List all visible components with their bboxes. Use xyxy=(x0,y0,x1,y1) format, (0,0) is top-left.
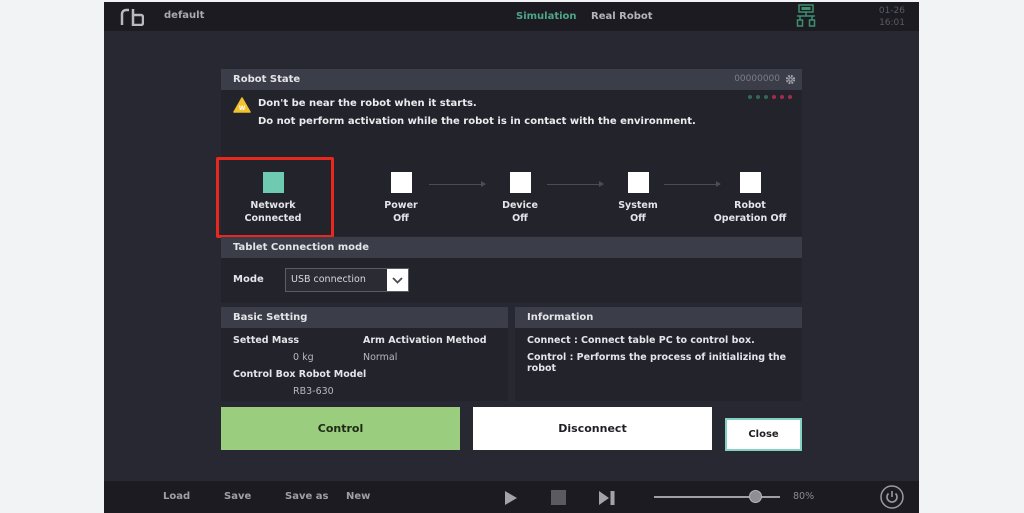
step-label: System Off xyxy=(618,200,658,224)
status-leds xyxy=(748,95,792,99)
arm-activation-label: Arm Activation Method xyxy=(363,335,487,346)
status-led xyxy=(780,95,784,99)
robot-app-screen: default Simulation Real Robot 01-26 16:0… xyxy=(104,2,919,513)
status-led xyxy=(764,95,768,99)
status-led xyxy=(748,95,752,99)
information-connect: Connect : Connect table PC to control bo… xyxy=(527,335,755,346)
stop-icon[interactable] xyxy=(551,490,566,505)
top-bar: default Simulation Real Robot 01-26 16:0… xyxy=(104,2,919,31)
step-robot-operation: Robot Operation Off xyxy=(695,172,805,225)
step-label: Robot Operation Off xyxy=(713,200,787,224)
robot-state-header: Robot State 00000000 xyxy=(221,69,802,90)
information-control: Control : Performs the process of initia… xyxy=(527,352,787,374)
clock-time: 16:01 xyxy=(879,18,905,28)
save-as-button[interactable]: Save as xyxy=(285,491,328,502)
clock: 01-26 16:01 xyxy=(869,5,905,29)
power-icon[interactable] xyxy=(880,485,904,509)
control-box-model-label: Control Box Robot Model xyxy=(233,369,367,380)
save-button[interactable]: Save xyxy=(224,491,251,502)
arm-activation-value: Normal xyxy=(363,352,398,363)
close-button[interactable]: Close xyxy=(725,418,802,451)
clock-date: 01-26 xyxy=(878,6,905,16)
status-led xyxy=(788,95,792,99)
tablet-connection-title: Tablet Connection mode xyxy=(233,242,369,253)
gear-icon[interactable] xyxy=(785,74,796,85)
mode-label: Mode xyxy=(233,274,264,285)
step-indicator xyxy=(739,172,761,193)
step-label: Device Off xyxy=(502,200,538,224)
information-header: Information xyxy=(515,307,802,328)
project-name[interactable]: default xyxy=(164,10,204,21)
step-indicator xyxy=(390,172,412,193)
robot-connection-dialog: Robot State 00000000 W Don't be near the… xyxy=(216,69,805,451)
control-button[interactable]: Control xyxy=(221,407,460,450)
load-button[interactable]: Load xyxy=(163,491,190,502)
step-forward-icon[interactable] xyxy=(598,490,616,506)
speed-value: 80% xyxy=(793,491,815,502)
warning-icon: W xyxy=(233,97,251,113)
usb-network-icon[interactable] xyxy=(794,4,818,30)
status-led xyxy=(772,95,776,99)
step-label: Power Off xyxy=(384,200,418,224)
disconnect-button[interactable]: Disconnect xyxy=(473,407,712,450)
rb-logo-icon xyxy=(120,8,144,26)
step-indicator xyxy=(509,172,531,193)
step-power: Power Off xyxy=(346,172,456,225)
tablet-connection-header: Tablet Connection mode xyxy=(221,237,802,258)
chevron-down-icon[interactable] xyxy=(387,269,408,291)
mode-select[interactable]: USB connection xyxy=(285,268,409,292)
step-indicator xyxy=(627,172,649,193)
basic-setting-body: Setted Mass 0 kg Arm Activation Method N… xyxy=(221,328,508,401)
status-led xyxy=(756,95,760,99)
information-title: Information xyxy=(527,312,594,323)
warning-text-2: Do not perform activation while the robo… xyxy=(258,116,696,127)
setted-mass-label: Setted Mass xyxy=(233,335,300,346)
control-box-model-value: RB3-630 xyxy=(293,386,334,397)
svg-text:W: W xyxy=(239,105,246,112)
robot-serial: 00000000 xyxy=(734,74,780,84)
warning-text-1: Don't be near the robot when it starts. xyxy=(258,98,477,109)
mode-tab-simulation[interactable]: Simulation xyxy=(516,11,577,22)
highlight-box xyxy=(216,157,334,238)
step-system: System Off xyxy=(583,172,693,225)
mode-tab-real-robot[interactable]: Real Robot xyxy=(591,11,653,22)
speed-slider-thumb[interactable] xyxy=(748,490,762,503)
basic-setting-header: Basic Setting xyxy=(221,307,508,328)
tablet-connection-body: Mode USB connection xyxy=(221,258,802,303)
setted-mass-value: 0 kg xyxy=(293,352,314,363)
play-icon[interactable] xyxy=(504,490,518,506)
information-body: Connect : Connect table PC to control bo… xyxy=(515,328,802,401)
speed-slider[interactable] xyxy=(654,490,780,503)
robot-state-title: Robot State xyxy=(233,74,301,85)
bottom-bar: Load Save Save as New 80% xyxy=(104,481,919,513)
new-button[interactable]: New xyxy=(346,491,370,502)
step-device: Device Off xyxy=(465,172,575,225)
mode-select-value: USB connection xyxy=(291,274,366,285)
basic-setting-title: Basic Setting xyxy=(233,312,308,323)
